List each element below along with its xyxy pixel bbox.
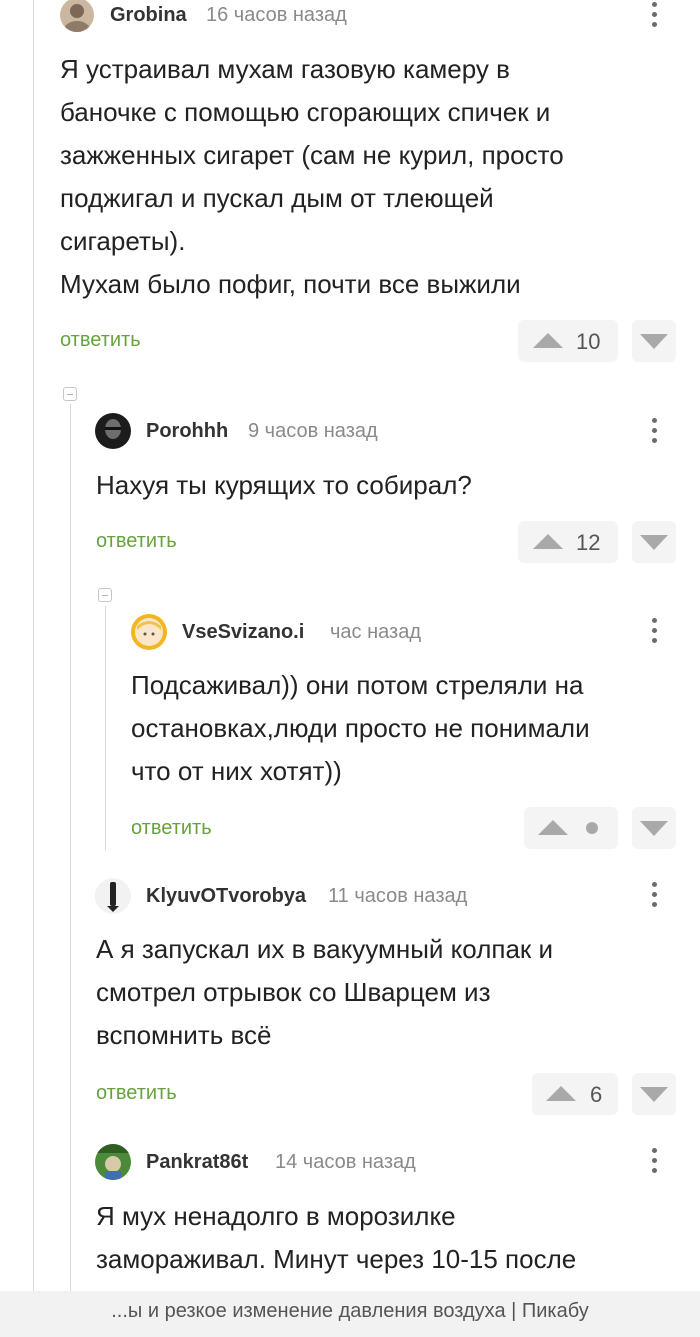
comment-text: Нахуя ты курящих то собирал? (96, 470, 472, 500)
rating-count: 12 (576, 530, 601, 555)
arrow-down-icon (640, 1087, 668, 1102)
avatar[interactable] (131, 614, 167, 650)
downvote-button[interactable] (632, 1073, 676, 1115)
rating-count: 6 (590, 1082, 603, 1107)
rating-count: 10 (576, 329, 601, 354)
page-footer: ...ы и резкое изменение давления воздуха… (0, 1291, 700, 1337)
upvote-button[interactable] (524, 807, 618, 849)
comment-time: 14 часов назад (275, 1151, 416, 1173)
rating-placeholder-dot (586, 822, 598, 834)
arrow-down-icon (640, 535, 668, 550)
upvote-button[interactable]: 10 (518, 320, 618, 362)
comment-text: Я мух ненадолго в морозилке замораживал.… (96, 1201, 577, 1274)
more-options-icon[interactable] (650, 1148, 658, 1178)
avatar[interactable] (95, 1144, 131, 1180)
author-name[interactable]: Pankrat86t (146, 1151, 248, 1174)
thread-line (70, 404, 71, 1291)
thread-line (105, 606, 106, 850)
arrow-up-icon (533, 534, 563, 549)
arrow-up-icon (533, 333, 563, 348)
comment-text: Я устраивал мухам газовую камеру в баноч… (60, 54, 564, 299)
comment-text: Подсаживал)) они потом стреляли на остан… (131, 670, 590, 786)
comment-text: А я запускал их в вакуумный колпак и смо… (96, 934, 554, 1050)
downvote-button[interactable] (632, 807, 676, 849)
comment-time: час назад (330, 621, 422, 643)
downvote-button[interactable] (632, 521, 676, 563)
upvote-button[interactable]: 6 (532, 1073, 618, 1115)
arrow-down-icon (640, 821, 668, 836)
collapse-thread-button[interactable] (98, 588, 112, 602)
arrow-up-icon (546, 1086, 576, 1101)
comment-time: 11 часов назад (328, 885, 468, 907)
more-options-icon[interactable] (650, 418, 658, 448)
comment-time: 16 часов назад (206, 4, 347, 26)
upvote-button[interactable]: 12 (518, 521, 618, 563)
more-options-icon[interactable] (650, 882, 658, 912)
reply-button[interactable]: ответить (60, 329, 141, 352)
reply-button[interactable]: ответить (131, 817, 212, 840)
avatar[interactable] (60, 0, 94, 32)
comment-time: 9 часов назад (248, 420, 378, 442)
downvote-button[interactable] (632, 320, 676, 362)
avatar[interactable] (95, 878, 131, 914)
footer-title: ...ы и резкое изменение давления воздуха… (111, 1300, 589, 1322)
arrow-up-icon (538, 820, 568, 835)
thread-line (33, 0, 34, 1291)
collapse-thread-button[interactable] (63, 387, 77, 401)
author-name[interactable]: Grobina (110, 4, 187, 27)
more-options-icon[interactable] (650, 618, 658, 648)
author-name[interactable]: VseSvizano.i (182, 621, 304, 644)
author-name[interactable]: KlyuvOTvorobya (146, 885, 306, 908)
avatar[interactable] (95, 413, 131, 449)
more-options-icon[interactable] (650, 2, 658, 32)
reply-button[interactable]: ответить (96, 1082, 177, 1105)
author-name[interactable]: Porohhh (146, 420, 228, 443)
arrow-down-icon (640, 334, 668, 349)
reply-button[interactable]: ответить (96, 530, 177, 553)
